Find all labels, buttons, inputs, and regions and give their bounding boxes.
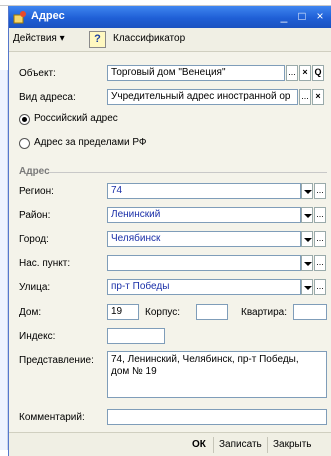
district-dropdown-icon[interactable]	[301, 207, 313, 223]
street-field[interactable]: пр-т Победы	[107, 279, 301, 295]
representation-line-2: дом № 19	[111, 366, 157, 377]
region-dropdown-icon[interactable]	[301, 183, 313, 199]
flat-label: Квартира:	[241, 307, 287, 318]
locality-field[interactable]	[107, 255, 301, 271]
representation-field[interactable]: 74, Ленинский, Челябинск, пр-т Победы, д…	[107, 351, 327, 398]
address-section-title: Адрес	[19, 166, 50, 177]
city-dropdown-icon[interactable]	[301, 231, 313, 247]
address-type-clear-button[interactable]: ×	[312, 89, 324, 105]
building-label: Корпус:	[145, 307, 181, 318]
address-type-field[interactable]: Учредительный адрес иностранной ор	[107, 89, 298, 105]
object-select-button[interactable]: ...	[286, 65, 298, 81]
radio-russian-address[interactable]	[19, 114, 30, 125]
object-clear-button[interactable]: ×	[299, 65, 311, 81]
region-field[interactable]: 74	[107, 183, 301, 199]
city-label: Город:	[19, 234, 49, 245]
region-select-button[interactable]: ...	[314, 183, 326, 199]
minimize-button[interactable]: _	[277, 9, 291, 23]
flat-field[interactable]	[293, 304, 327, 320]
classifier-button[interactable]: Классификатор	[113, 33, 185, 44]
comment-label: Комментарий:	[19, 412, 85, 423]
locality-select-button[interactable]: ...	[314, 255, 326, 271]
window-title: Адрес	[31, 10, 65, 22]
app-icon	[13, 11, 26, 24]
locality-label: Нас. пункт:	[19, 258, 71, 269]
street-label: Улица:	[19, 282, 51, 293]
district-label: Район:	[19, 210, 51, 221]
button-bar: ОК Записать Закрыть	[9, 432, 331, 456]
street-dropdown-icon[interactable]	[301, 279, 313, 295]
actions-menu[interactable]: Действия ▾	[13, 33, 65, 44]
close-button[interactable]: Закрыть	[273, 439, 312, 450]
radio-foreign-address-label: Адрес за пределами РФ	[34, 137, 147, 148]
ok-button[interactable]: ОК	[192, 439, 206, 450]
maximize-button[interactable]: □	[295, 9, 309, 23]
help-button[interactable]: ?	[89, 31, 106, 48]
district-select-button[interactable]: ...	[314, 207, 326, 223]
radio-russian-address-label: Российский адрес	[34, 113, 118, 124]
region-label: Регион:	[19, 186, 54, 197]
close-window-button[interactable]: ×	[313, 9, 327, 23]
save-button[interactable]: Записать	[219, 439, 262, 450]
house-label: Дом:	[19, 307, 42, 318]
city-field[interactable]: Челябинск	[107, 231, 301, 247]
building-field[interactable]	[196, 304, 228, 320]
background-strip	[0, 70, 8, 450]
locality-dropdown-icon[interactable]	[301, 255, 313, 271]
city-select-button[interactable]: ...	[314, 231, 326, 247]
object-search-button[interactable]: Q	[312, 65, 324, 81]
button-divider	[267, 437, 268, 453]
representation-label: Представление:	[19, 355, 94, 366]
house-field[interactable]: 19	[107, 304, 139, 320]
street-select-button[interactable]: ...	[314, 279, 326, 295]
title-bar: Адрес _ □ ×	[9, 6, 331, 28]
index-field[interactable]	[107, 328, 165, 344]
toolbar: Действия ▾ ? Классификатор	[9, 28, 331, 52]
comment-field[interactable]	[107, 409, 327, 425]
address-type-select-button[interactable]: ...	[299, 89, 311, 105]
district-field[interactable]: Ленинский	[107, 207, 301, 223]
address-window: Адрес _ □ × Действия ▾ ? Классификатор О…	[8, 6, 331, 456]
object-label: Объект:	[19, 68, 56, 79]
radio-foreign-address[interactable]	[19, 138, 30, 149]
object-field[interactable]: Торговый дом "Венеция"	[107, 65, 285, 81]
section-divider	[49, 172, 327, 173]
index-label: Индекс:	[19, 331, 56, 342]
button-divider	[213, 437, 214, 453]
representation-line-1: 74, Ленинский, Челябинск, пр-т Победы,	[111, 354, 299, 365]
address-type-label: Вид адреса:	[19, 92, 76, 103]
